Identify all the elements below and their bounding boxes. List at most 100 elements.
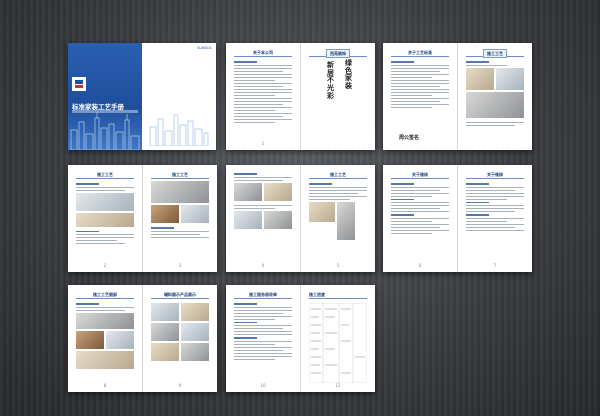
page-construction-3: 施工工艺 3 [142,165,217,272]
spread-details-materials[interactable]: 施工工艺细部 8 辅料展示产品展示 9 [68,285,217,392]
photo [466,91,524,118]
body-text [151,227,209,238]
photo [151,205,179,223]
page-construction-4: 4 [226,165,300,272]
photo-grid [234,210,292,229]
inner-cover-page: SUNGOL [142,43,216,150]
heading: 辅料展示产品展示 [151,291,209,299]
spread-acceptance-schedule[interactable]: 施工服务验收单 10 施工进度 12 [226,285,375,392]
page-maintenance-1: 关于维修 6 [383,165,457,272]
heading: 施工工艺 [309,171,367,179]
heading: 施工工艺 [466,49,524,58]
photo [76,350,134,369]
body-text [466,183,524,231]
body-text [76,183,134,191]
heading: 关于维修 [466,171,524,179]
photo [496,67,524,90]
product-photo [151,343,179,361]
spread-cover[interactable]: 标准家装工艺手册 SUNGOL [68,43,216,150]
page-process-details: 施工工艺细部 8 [68,285,142,392]
schedule-table [309,303,367,383]
page-acceptance: 施工服务验收单 10 [226,285,300,392]
photo [264,210,292,229]
page-number: 9 [178,383,182,388]
heading: 西苑装饰 [309,49,367,58]
spread-construction-4[interactable]: 4 施工工艺 5 [226,165,375,272]
page-construction-2: 施工工艺 2 [68,165,142,272]
page-number: 8 [103,383,107,388]
body-text [234,303,292,360]
page-number: 12 [335,383,341,388]
spread-maintenance[interactable]: 关于维修 6 关于维修 7 [383,165,532,272]
body-text [234,173,292,181]
skyline-outline-illustration [149,114,209,146]
photo-grid [151,205,209,223]
photo [466,67,494,90]
page-number: 3 [178,263,182,268]
heading: 关于本公司 [234,49,292,57]
page-number: 1 [261,141,265,146]
page-number: 4 [261,263,265,268]
page-number: 2 [103,263,107,268]
product-photo [181,303,209,321]
page-construction-5: 施工工艺 5 [300,165,375,272]
heading: 施工工艺 [76,171,134,179]
heading: 施工工艺细部 [76,291,134,299]
page-number: 6 [418,263,422,268]
page-number: 10 [260,383,266,388]
body-text [234,204,292,209]
photo [76,330,104,349]
spread-process-standard[interactable]: 关于工艺标准 周公签名 施工工艺 [383,43,532,150]
page-schedule: 施工进度 12 [300,285,375,392]
photo [264,182,292,201]
product-photo [151,303,179,321]
heading: 关于工艺标准 [391,49,449,57]
body-text [391,61,449,108]
brand-text: SUNGOL [197,46,212,50]
body-text [466,121,524,126]
heading: 关于维修 [391,171,449,179]
page-maintenance-2: 关于维修 7 [457,165,532,272]
page-materials: 辅料展示产品展示 9 [142,285,217,392]
body-text [466,61,524,66]
photo [234,182,262,201]
photo [337,201,355,240]
signature: 周公签名 [399,135,420,141]
front-cover: 标准家装工艺手册 [68,43,142,150]
product-photo [151,323,179,341]
page-construction-1: 施工工艺 [457,43,532,150]
heading: 施工进度 [309,291,367,299]
photo [234,210,262,229]
brand-logo-icon [72,77,86,91]
calligraphy-line-2: 绿色家装 [345,58,352,91]
photo [151,181,209,203]
body-text [76,230,134,244]
spread-construction-2[interactable]: 施工工艺 2 施工工艺 3 [68,165,217,272]
calligraphy-line-1: 新居不光彩 [327,60,334,100]
photo [76,212,134,227]
photo [181,205,209,223]
page-number: 7 [493,263,497,268]
photo-row [309,201,367,240]
page-about-process: 关于工艺标准 周公签名 [383,43,457,150]
body-text [76,303,134,311]
product-photo [181,343,209,361]
photo-grid [76,330,134,349]
body-text [309,183,367,200]
photo [76,312,134,329]
photo-grid [466,67,524,90]
heading: 施工工艺 [151,171,209,179]
photo [309,201,335,222]
page-company-calligraphy: 西苑装饰 新居不光彩 绿色家装 [300,43,375,150]
product-photo [181,323,209,341]
photo-grid [234,182,292,201]
page-number: 5 [336,263,340,268]
page-about-company: 关于本公司 1 [226,43,300,150]
body-text [234,61,292,123]
spread-about[interactable]: 关于本公司 1 西苑装饰 新居不光彩 绿色家装 [226,43,375,150]
city-skyline-illustration [70,112,140,150]
photo [76,192,134,211]
photo [106,330,134,349]
heading: 施工服务验收单 [234,291,292,299]
body-text [391,183,449,234]
